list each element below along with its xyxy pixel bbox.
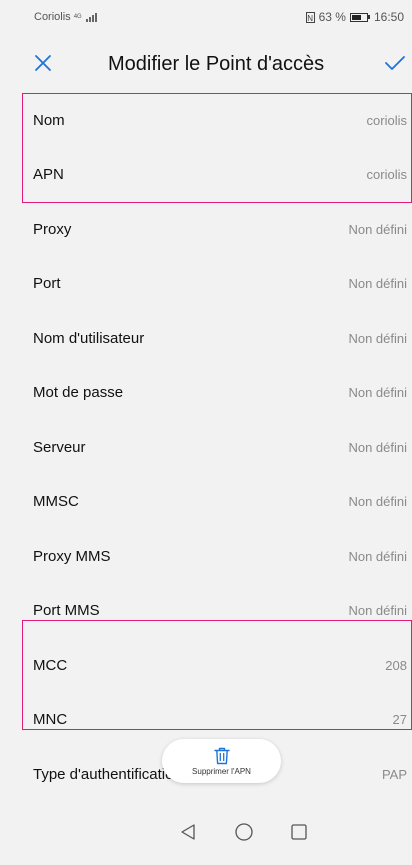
apn-field-value: Non défini [348, 494, 407, 510]
apn-field-label: MMSC [33, 493, 79, 511]
battery-icon [349, 12, 370, 22]
nav-recent-button[interactable] [288, 821, 310, 843]
apn-field-row[interactable]: MMSC Non défini [0, 475, 412, 530]
apn-field-value: coriolis [366, 112, 407, 128]
page-title: Modifier le Point d'accès [108, 53, 325, 75]
recent-square-icon [291, 824, 307, 840]
apn-field-row[interactable]: Mot de passe Non défini [0, 366, 412, 421]
delete-apn-button[interactable]: Supprimer l'APN [162, 739, 281, 783]
apn-field-row[interactable]: APN coriolis [0, 148, 412, 203]
apn-field-value: 27 [392, 712, 407, 728]
signal-icon [85, 12, 97, 22]
apn-field-label: MNC [33, 711, 68, 729]
nfc-icon: N [305, 11, 315, 23]
apn-field-value: Non défini [348, 330, 407, 346]
back-triangle-icon [181, 824, 195, 840]
apn-field-row[interactable]: Port Non défini [0, 257, 412, 312]
check-icon [385, 56, 405, 70]
delete-apn-label: Supprimer l'APN [192, 766, 251, 776]
apn-field-row[interactable]: Port MMS Non défini [0, 584, 412, 639]
apn-field-label: MCC [33, 656, 68, 674]
close-button[interactable] [30, 50, 56, 76]
apn-field-row[interactable]: Nom coriolis [0, 93, 412, 148]
apn-field-row[interactable]: MCC 208 [0, 638, 412, 693]
apn-field-row[interactable]: Nom d'utilisateur Non défini [0, 311, 412, 366]
apn-field-label: APN [33, 166, 64, 184]
apn-field-label: Proxy [33, 220, 72, 238]
apn-field-value: coriolis [366, 167, 407, 183]
status-left: Coriolis 4G [34, 11, 97, 23]
apn-field-value: Non défini [348, 385, 407, 401]
carrier-name: Coriolis [34, 11, 71, 23]
apn-field-label: Mot de passe [33, 384, 124, 402]
apn-field-value: Non défini [348, 603, 407, 619]
nav-home-button[interactable] [233, 821, 255, 843]
apn-field-label: Serveur [33, 438, 86, 456]
navigation-bar [0, 791, 412, 865]
close-icon [35, 55, 51, 71]
clock: 16:50 [373, 10, 404, 24]
apn-field-label: Nom d'utilisateur [33, 329, 145, 347]
network-type: 4G [73, 14, 82, 20]
apn-field-value: PAP [381, 766, 407, 782]
confirm-button[interactable] [382, 50, 408, 76]
status-right: N 63 % 16:50 [305, 10, 404, 24]
apn-field-value: Non défini [348, 276, 407, 292]
home-circle-icon [235, 823, 253, 841]
title-bar: Modifier le Point d'accès [0, 34, 412, 92]
apn-field-label: Type d'authentification [33, 765, 182, 783]
trash-icon [213, 747, 230, 764]
apn-field-label: Proxy MMS [33, 547, 111, 565]
nav-back-button[interactable] [177, 821, 199, 843]
battery-percent: 63 % [318, 10, 346, 24]
apn-field-row[interactable]: Proxy MMS Non défini [0, 529, 412, 584]
apn-edit-screen: Coriolis 4G N 63 % 16:50 Modifier le Poi… [0, 0, 412, 865]
apn-field-label: Port MMS [33, 602, 100, 620]
apn-field-value: 208 [385, 657, 407, 673]
apn-field-row[interactable]: Serveur Non défini [0, 420, 412, 475]
apn-field-label: Nom [33, 111, 65, 129]
apn-field-value: Non défini [348, 439, 407, 455]
apn-field-label: Port [33, 275, 61, 293]
apn-field-value: Non défini [348, 221, 407, 237]
apn-field-row[interactable]: Proxy Non défini [0, 202, 412, 257]
status-bar: Coriolis 4G N 63 % 16:50 [0, 0, 412, 34]
apn-field-value: Non défini [348, 548, 407, 564]
